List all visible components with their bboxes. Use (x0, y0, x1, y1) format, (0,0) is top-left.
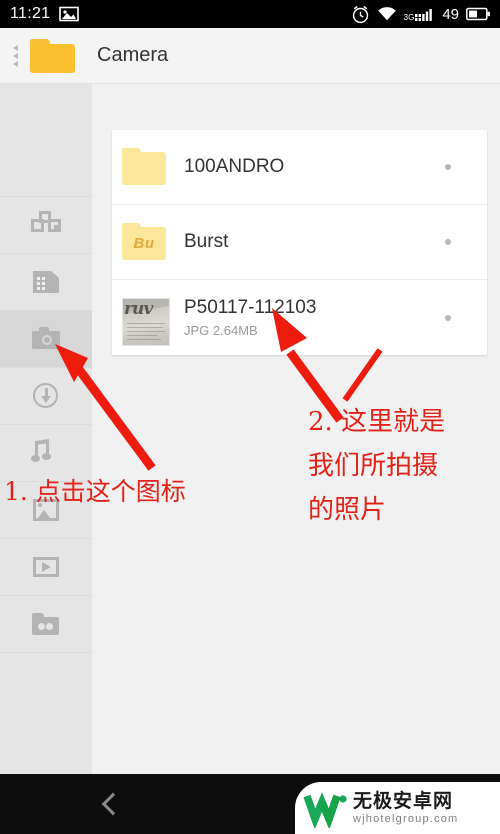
status-bar: 11:21 3G 49 (0, 0, 500, 28)
sdcard-icon (30, 267, 62, 297)
sidebar-item-downloads[interactable] (0, 368, 92, 425)
w-logo-icon (301, 788, 353, 830)
signal-3g-icon: 3G (404, 6, 436, 22)
status-bar-system-icons: 3G 49 (351, 5, 491, 24)
back-chevrons-icon[interactable] (4, 44, 26, 67)
page-title: Camera (97, 44, 169, 66)
video-play-icon (30, 552, 62, 582)
file-name: 100ANDRO (184, 156, 285, 177)
folder-thumb-label: Bu (133, 235, 155, 252)
watermark-brand-cn: 无极安卓网 (353, 790, 454, 812)
sidebar-item-categories[interactable] (0, 197, 92, 254)
sidebar-item-camera[interactable] (0, 311, 92, 368)
back-chevron-icon[interactable] (98, 793, 120, 815)
navigation-bar: 无极安卓网 wjhotelgroup.com (0, 774, 500, 834)
annotation-note-2-line-1: 2. 这里就是 (308, 407, 446, 437)
sidebar (0, 84, 92, 774)
status-bar-notification-icons (59, 6, 80, 22)
annotation-note-1: 1. 点击这个图标 (4, 477, 186, 506)
table-row[interactable]: Bu Burst (112, 205, 487, 280)
more-dot-icon[interactable] (445, 164, 451, 170)
sidebar-item-videos[interactable] (0, 539, 92, 596)
alarm-icon (352, 5, 368, 23)
folder-icon (122, 147, 166, 187)
archive-folder-icon (30, 609, 62, 639)
title-bar: Camera (0, 28, 500, 84)
file-meta: JPG 2.64MB (184, 323, 258, 338)
file-name: P50117-112103 (184, 297, 317, 318)
camera-icon (30, 324, 62, 354)
more-dot-icon[interactable] (445, 314, 451, 321)
more-dot-icon[interactable] (445, 239, 451, 245)
table-row[interactable]: 100ANDRO (112, 130, 487, 205)
sidebar-item-sdcard[interactable] (0, 254, 92, 311)
image-icon (59, 6, 80, 22)
wifi-icon (377, 7, 396, 21)
annotation-note-2: 2. 这里就是 我们所拍摄 的照片 (308, 400, 445, 532)
photo-thumb-text: ruv (124, 298, 153, 319)
site-watermark: 无极安卓网 wjhotelgroup.com (295, 782, 500, 834)
table-row[interactable]: ruv P50117-112103 JPG 2.64MB (112, 280, 487, 355)
row-text-block: 100ANDRO (184, 155, 284, 179)
phone-screen: 11:21 3G 49 Camera 100ANDRO Bu Burst ruv… (0, 0, 500, 834)
sidebar-item-archives[interactable] (0, 596, 92, 653)
folder-icon: Bu (122, 222, 166, 262)
row-text-block: P50117-112103 JPG 2.64MB (184, 296, 316, 339)
photo-thumbnail: ruv (122, 297, 170, 346)
download-icon (30, 381, 62, 411)
row-text-block: Burst (184, 230, 228, 254)
status-bar-time: 11:21 (10, 5, 51, 22)
music-note-icon (30, 438, 62, 468)
folder-icon (30, 38, 75, 73)
file-list-card: 100ANDRO Bu Burst ruv P50117-112103 JPG … (112, 130, 487, 355)
annotation-note-2-line-2: 我们所拍摄 (308, 451, 439, 481)
watermark-text: 无极安卓网 wjhotelgroup.com (353, 791, 458, 826)
file-name: Burst (184, 231, 229, 252)
categories-icon (30, 210, 62, 240)
sidebar-top-spacer (0, 84, 92, 197)
watermark-brand-url: wjhotelgroup.com (353, 812, 459, 825)
battery-percent-label: 49 (442, 5, 459, 23)
annotation-note-2-line-3: 的照片 (308, 495, 387, 525)
battery-icon (466, 7, 490, 21)
